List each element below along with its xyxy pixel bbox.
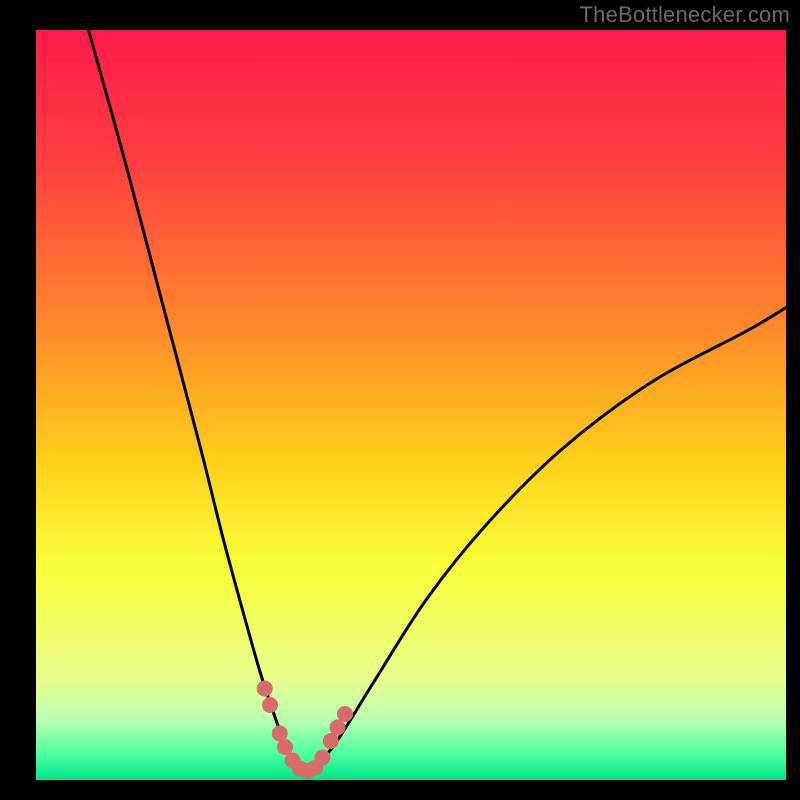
plot-background — [36, 30, 786, 780]
marker-dot — [315, 750, 331, 766]
chart-stage: TheBottlenecker.com — [0, 0, 800, 800]
watermark-label: TheBottlenecker.com — [580, 2, 790, 28]
bottleneck-plot — [0, 0, 800, 800]
marker-dot — [262, 697, 278, 713]
marker-dot — [337, 706, 353, 722]
marker-dot — [257, 681, 273, 697]
marker-dot — [277, 739, 293, 755]
marker-dot — [330, 720, 346, 736]
